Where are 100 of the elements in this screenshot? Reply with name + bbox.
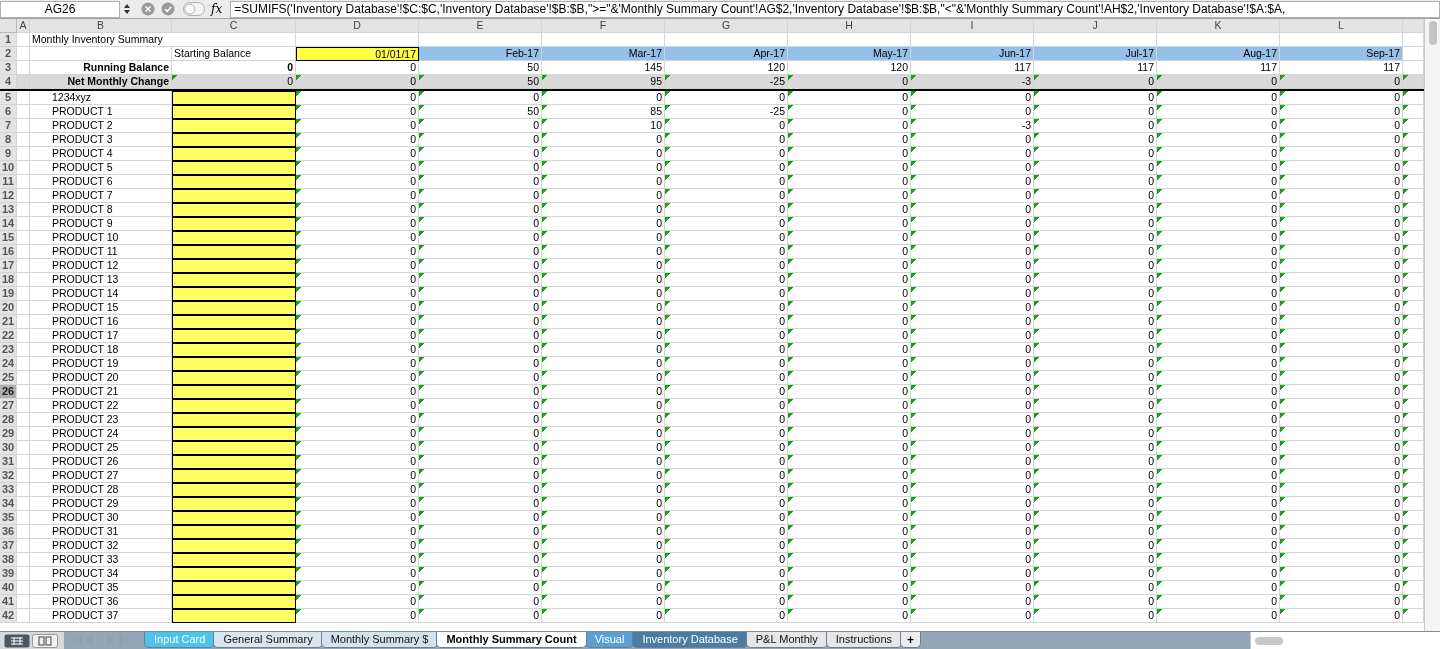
normal-view-icon[interactable] bbox=[4, 633, 30, 648]
empty-cell[interactable] bbox=[17, 497, 30, 511]
input-cell[interactable] bbox=[172, 567, 296, 581]
row-header[interactable]: 35 bbox=[0, 511, 17, 525]
confirm-icon[interactable] bbox=[161, 2, 175, 16]
row-header[interactable]: 27 bbox=[0, 399, 17, 413]
empty-cell[interactable] bbox=[17, 161, 30, 175]
empty-cell[interactable] bbox=[17, 301, 30, 315]
row-header[interactable]: 39 bbox=[0, 567, 17, 581]
empty-cell[interactable] bbox=[17, 259, 30, 273]
input-cell[interactable] bbox=[172, 133, 296, 147]
row-header[interactable]: 33 bbox=[0, 483, 17, 497]
vertical-scrollbar[interactable] bbox=[1424, 19, 1440, 631]
column-header[interactable]: K bbox=[1157, 19, 1280, 33]
input-cell[interactable] bbox=[172, 469, 296, 483]
input-cell[interactable] bbox=[172, 301, 296, 315]
input-cell[interactable] bbox=[172, 441, 296, 455]
row-header[interactable]: 38 bbox=[0, 553, 17, 567]
empty-cell[interactable] bbox=[17, 371, 30, 385]
input-cell[interactable] bbox=[172, 357, 296, 371]
column-header[interactable]: L bbox=[1280, 19, 1403, 33]
empty-cell[interactable] bbox=[17, 175, 30, 189]
row-header[interactable]: 32 bbox=[0, 469, 17, 483]
column-header[interactable]: D bbox=[296, 19, 419, 33]
column-header[interactable]: G bbox=[665, 19, 788, 33]
input-cell[interactable] bbox=[172, 259, 296, 273]
input-cell[interactable] bbox=[172, 161, 296, 175]
row-header[interactable]: 23 bbox=[0, 343, 17, 357]
name-box[interactable]: AG26 bbox=[0, 0, 120, 18]
row-header[interactable]: 29 bbox=[0, 427, 17, 441]
row-header[interactable]: 20 bbox=[0, 301, 17, 315]
cancel-icon[interactable] bbox=[141, 2, 155, 16]
row-header[interactable]: 19 bbox=[0, 287, 17, 301]
row-header[interactable]: 13 bbox=[0, 203, 17, 217]
empty-cell[interactable] bbox=[17, 133, 30, 147]
row-header[interactable]: 5 bbox=[0, 91, 17, 105]
row-header[interactable]: 9 bbox=[0, 147, 17, 161]
empty-cell[interactable] bbox=[17, 427, 30, 441]
sheet-tab[interactable]: Instructions bbox=[825, 632, 902, 648]
empty-cell[interactable] bbox=[17, 511, 30, 525]
empty-cell[interactable] bbox=[17, 231, 30, 245]
row-header[interactable]: 3 bbox=[0, 61, 17, 75]
empty-cell[interactable] bbox=[17, 91, 30, 105]
empty-cell[interactable] bbox=[17, 245, 30, 259]
column-header[interactable]: F bbox=[542, 19, 665, 33]
empty-cell[interactable] bbox=[17, 217, 30, 231]
sheet-tab[interactable]: P&L Monthly bbox=[745, 632, 828, 648]
empty-cell[interactable] bbox=[17, 273, 30, 287]
row-header[interactable]: 41 bbox=[0, 595, 17, 609]
row-header[interactable]: 2 bbox=[0, 47, 17, 61]
column-header[interactable]: C bbox=[172, 19, 296, 33]
sheet-tab[interactable]: General Summary bbox=[213, 632, 323, 648]
toggle-icon[interactable] bbox=[183, 2, 205, 16]
row-header[interactable]: 37 bbox=[0, 539, 17, 553]
row-header[interactable]: 42 bbox=[0, 609, 17, 623]
input-cell[interactable] bbox=[172, 483, 296, 497]
input-cell[interactable] bbox=[172, 231, 296, 245]
input-cell[interactable] bbox=[172, 273, 296, 287]
empty-cell[interactable] bbox=[17, 33, 30, 47]
row-header[interactable]: 14 bbox=[0, 217, 17, 231]
input-cell[interactable] bbox=[172, 315, 296, 329]
row-header[interactable]: 30 bbox=[0, 441, 17, 455]
column-header[interactable]: B bbox=[30, 19, 172, 33]
input-cell[interactable] bbox=[172, 91, 296, 105]
empty-cell[interactable] bbox=[17, 539, 30, 553]
input-cell[interactable] bbox=[172, 189, 296, 203]
row-header[interactable]: 17 bbox=[0, 259, 17, 273]
input-cell[interactable] bbox=[172, 455, 296, 469]
row-header[interactable]: 12 bbox=[0, 189, 17, 203]
empty-cell[interactable] bbox=[17, 203, 30, 217]
empty-cell[interactable] bbox=[17, 119, 30, 133]
input-cell[interactable] bbox=[172, 343, 296, 357]
column-header[interactable]: E bbox=[419, 19, 542, 33]
column-header[interactable]: A bbox=[17, 19, 30, 33]
column-header[interactable]: J bbox=[1034, 19, 1157, 33]
column-header[interactable]: I bbox=[911, 19, 1034, 33]
horizontal-scrollbar[interactable] bbox=[1250, 632, 1440, 649]
row-header[interactable]: 10 bbox=[0, 161, 17, 175]
function-label[interactable]: fx bbox=[211, 0, 223, 18]
input-cell[interactable] bbox=[172, 105, 296, 119]
input-cell[interactable] bbox=[172, 147, 296, 161]
row-header[interactable]: 1 bbox=[0, 33, 17, 47]
empty-cell[interactable] bbox=[17, 469, 30, 483]
empty-cell[interactable] bbox=[17, 105, 30, 119]
empty-cell[interactable] bbox=[17, 357, 30, 371]
empty-cell[interactable] bbox=[17, 385, 30, 399]
row-header[interactable]: 31 bbox=[0, 455, 17, 469]
row-header[interactable]: 18 bbox=[0, 273, 17, 287]
input-cell[interactable] bbox=[172, 539, 296, 553]
empty-cell[interactable] bbox=[17, 315, 30, 329]
empty-cell[interactable] bbox=[17, 595, 30, 609]
add-sheet-button[interactable]: + bbox=[900, 632, 921, 648]
input-cell[interactable] bbox=[172, 609, 296, 623]
row-header[interactable]: 24 bbox=[0, 357, 17, 371]
row-header[interactable]: 11 bbox=[0, 175, 17, 189]
row-header[interactable]: 40 bbox=[0, 581, 17, 595]
empty-cell[interactable] bbox=[17, 483, 30, 497]
input-cell[interactable] bbox=[172, 511, 296, 525]
empty-cell[interactable] bbox=[30, 47, 172, 61]
row-header[interactable]: 25 bbox=[0, 371, 17, 385]
